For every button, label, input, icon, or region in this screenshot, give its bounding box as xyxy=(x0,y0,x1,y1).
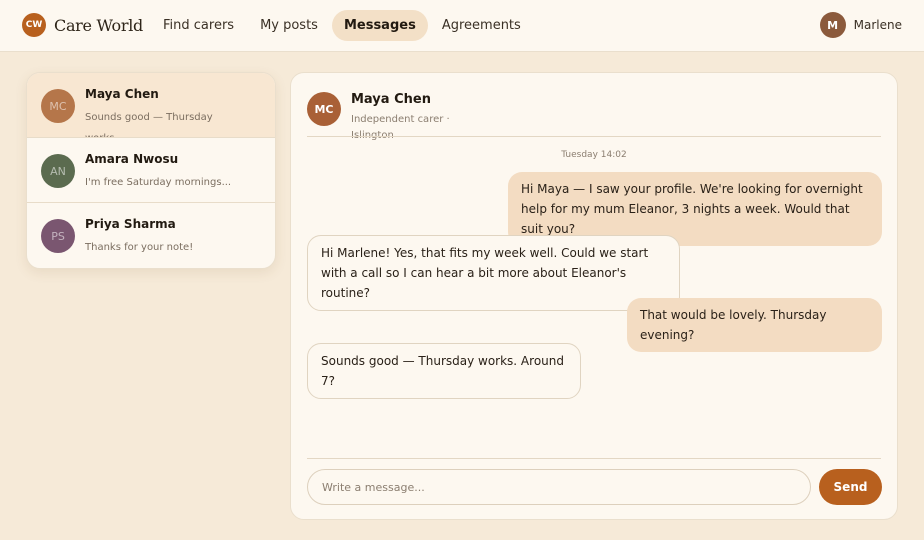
nav-my-posts[interactable]: My posts xyxy=(248,10,330,41)
divider xyxy=(307,136,881,137)
chat-contact-subtitle: Independent carer · Islington xyxy=(351,114,450,141)
nav-agreements[interactable]: Agreements xyxy=(430,10,533,41)
conversation-name: Amara Nwosu xyxy=(85,152,179,166)
message-timestamp: Tuesday 14:02 xyxy=(561,150,627,160)
top-bar: CW Care World Find carers My posts Messa… xyxy=(0,0,924,52)
chat-panel: MC Maya Chen Independent carer · Islingt… xyxy=(290,72,898,520)
message-incoming: Hi Marlene! Yes, that fits my week well.… xyxy=(307,235,680,311)
message-outgoing: That would be lovely. Thursday evening? xyxy=(627,298,882,352)
avatar: AN xyxy=(41,154,75,188)
conversation-item-maya-chen[interactable]: MC Maya Chen Sounds good — Thursday work… xyxy=(27,73,275,138)
conversation-item-priya-sharma[interactable]: PS Priya Sharma Thanks for your note! xyxy=(27,203,275,268)
conversation-name: Maya Chen xyxy=(85,87,159,101)
avatar: MC xyxy=(41,89,75,123)
nav-messages[interactable]: Messages xyxy=(331,10,428,41)
message-incoming: Sounds good — Thursday works. Around 7? xyxy=(307,343,581,399)
brand-name: Care World xyxy=(54,15,143,35)
conversation-preview: I'm free Saturday mornings... xyxy=(85,177,232,188)
user-menu[interactable]: M Marlene xyxy=(819,12,902,38)
conversation-preview: Sounds good — Thursday works. xyxy=(85,112,213,137)
avatar: MC xyxy=(307,92,341,126)
conversation-name: Priya Sharma xyxy=(85,217,176,231)
main-nav: Find carers My posts Messages Agreements xyxy=(151,10,535,41)
user-avatar: M xyxy=(819,12,846,38)
conversation-list: MC Maya Chen Sounds good — Thursday work… xyxy=(26,72,276,269)
user-name: Marlene xyxy=(853,18,902,32)
conversation-preview: Thanks for your note! xyxy=(85,242,194,253)
conversation-item-amara-nwosu[interactable]: AN Amara Nwosu I'm free Saturday morning… xyxy=(27,138,275,203)
message-input[interactable] xyxy=(307,469,811,505)
divider xyxy=(307,458,881,459)
nav-find-carers[interactable]: Find carers xyxy=(151,10,246,41)
chat-contact-name: Maya Chen xyxy=(351,92,431,107)
brand-logo-icon: CW xyxy=(22,13,46,37)
chat-header: MC Maya Chen Independent carer · Islingt… xyxy=(307,90,881,141)
brand[interactable]: CW Care World xyxy=(22,12,143,38)
send-button[interactable]: Send xyxy=(819,469,882,505)
avatar: PS xyxy=(41,219,75,253)
